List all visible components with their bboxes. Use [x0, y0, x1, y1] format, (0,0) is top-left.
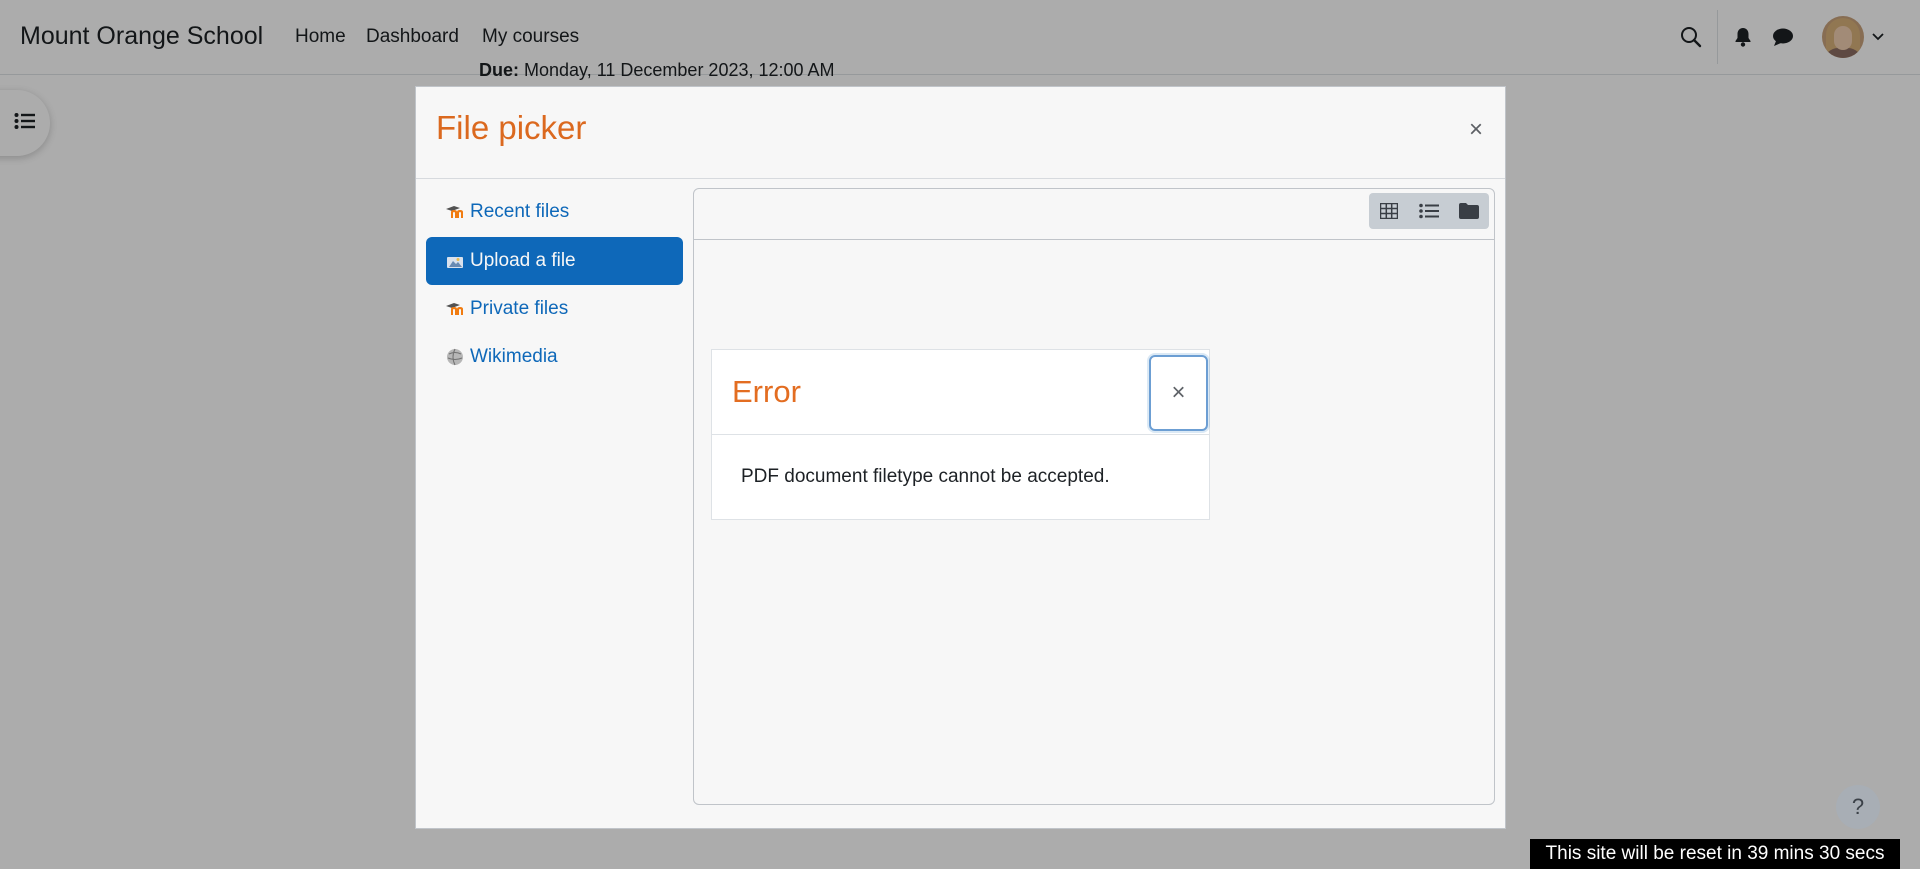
error-close-button[interactable]: × [1149, 355, 1208, 431]
help-button[interactable]: ? [1836, 785, 1880, 829]
error-dialog-header: Error × [712, 350, 1209, 435]
close-icon: × [1171, 379, 1186, 406]
error-dialog: Error × PDF document filetype cannot be … [711, 349, 1210, 520]
error-title: Error [732, 374, 801, 409]
site-reset-banner: This site will be reset in 39 mins 30 se… [1530, 839, 1900, 869]
error-message: PDF document filetype cannot be accepted… [741, 466, 1110, 487]
question-icon: ? [1851, 794, 1865, 819]
